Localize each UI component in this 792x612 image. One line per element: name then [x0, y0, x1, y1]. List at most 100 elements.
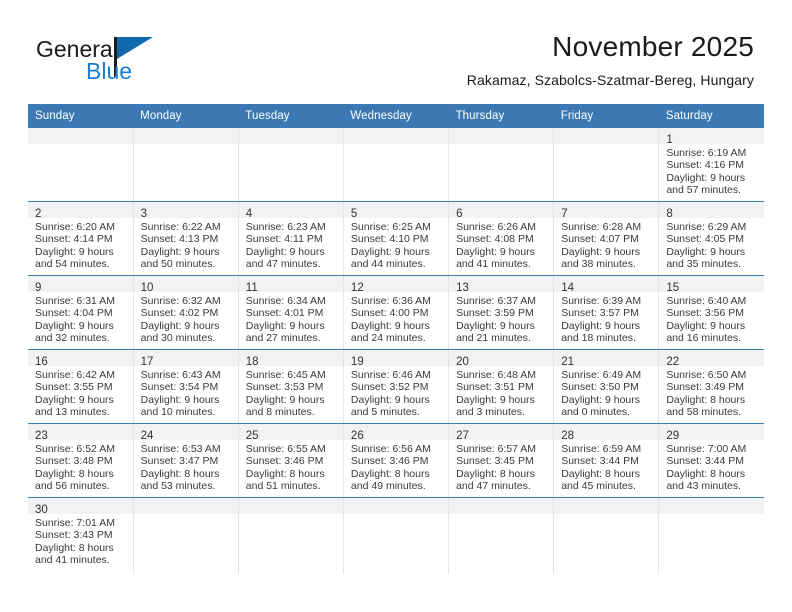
day-number: 7	[561, 208, 568, 220]
calendar-day-cell[interactable]: 18 Sunrise: 6:45 AM Sunset: 3:53 PM Dayligh…	[238, 349, 344, 424]
day-details: Sunrise: 6:29 AM Sunset: 4:05 PM Daylight:…	[659, 218, 764, 272]
calendar-day-cell[interactable]: 23 Sunrise: 6:52 AM Sunset: 3:48 PM Dayligh…	[28, 423, 134, 498]
calendar-day-cell[interactable]: 21 Sunrise: 6:49 AM Sunset: 3:50 PM Dayligh…	[553, 349, 660, 424]
sunrise-line: Sunrise: 6:26 AM	[456, 221, 537, 233]
day-number-band: 14	[554, 276, 659, 294]
day-number: 19	[350, 356, 364, 368]
sunset-line: Sunset: 4:02 PM	[140, 307, 219, 320]
day-number: 23	[35, 430, 48, 442]
sunset-line: Sunset: 4:10 PM	[350, 233, 429, 246]
daylight-line-cont: and 21 minutes.	[456, 331, 531, 344]
daylight-line: Daylight: 8 hours	[140, 467, 220, 480]
daylight-line-cont: and 35 minutes.	[666, 257, 742, 270]
calendar-day-cell[interactable]: 30 Sunrise: 7:01 AM Sunset: 3:43 PM Dayligh…	[28, 497, 134, 574]
calendar-day-cell[interactable]: 29 Sunrise: 7:00 AM Sunset: 3:44 PM Dayligh…	[658, 423, 764, 498]
calendar-day-cell[interactable]: 5 Sunrise: 6:25 AM Sunset: 4:10 PM Daylight…	[343, 201, 450, 276]
calendar-day-cell[interactable]: 2 Sunrise: 6:20 AM Sunset: 4:14 PM Daylight…	[28, 201, 134, 276]
daylight-line: Daylight: 9 hours	[140, 393, 220, 406]
weekday-header-monday: Monday	[133, 104, 239, 128]
day-details: Sunrise: 6:28 AM Sunset: 4:07 PM Daylight:…	[554, 218, 658, 272]
daylight-line: Daylight: 8 hours	[35, 541, 114, 554]
calendar-week-row: 1 Sunrise: 6:19 AM Sunset: 4:16 PM Daylight…	[28, 128, 764, 202]
day-number-band: 6	[449, 202, 554, 220]
day-number-band: 21	[554, 350, 659, 368]
day-number: 27	[456, 430, 469, 442]
sunrise-line: Sunrise: 6:57 AM	[456, 443, 537, 455]
sunrise-line: Sunrise: 6:49 AM	[561, 369, 642, 381]
day-details: Sunrise: 7:01 AM Sunset: 3:43 PM Daylight:…	[28, 514, 133, 568]
sunset-line: Sunset: 3:43 PM	[35, 529, 113, 542]
day-number: 17	[140, 356, 154, 368]
daylight-line-cont: and 50 minutes.	[140, 257, 216, 270]
calendar-day-cell[interactable]: 10 Sunrise: 6:32 AM Sunset: 4:02 PM Dayligh…	[133, 275, 239, 350]
calendar-day-cell[interactable]: 1 Sunrise: 6:19 AM Sunset: 4:16 PM Daylight…	[658, 128, 764, 202]
calendar-day-cell[interactable]: 12 Sunrise: 6:36 AM Sunset: 4:00 PM Dayligh…	[343, 275, 450, 350]
calendar-day-cell[interactable]: 28 Sunrise: 6:59 AM Sunset: 3:44 PM Dayligh…	[553, 423, 660, 498]
sunrise-line: Sunrise: 6:42 AM	[35, 369, 115, 381]
calendar-day-cell[interactable]: 7 Sunrise: 6:28 AM Sunset: 4:07 PM Daylight…	[553, 201, 660, 276]
day-details: Sunrise: 6:55 AM Sunset: 3:46 PM Daylight:…	[239, 440, 343, 494]
calendar-day-cell[interactable]: 27 Sunrise: 6:57 AM Sunset: 3:45 PM Dayligh…	[448, 423, 555, 498]
daylight-line-cont: and 30 minutes.	[140, 331, 216, 344]
sunrise-line: Sunrise: 6:40 AM	[666, 295, 747, 307]
day-number-band: 17	[133, 350, 238, 368]
sunrise-line: Sunrise: 6:46 AM	[350, 369, 431, 381]
day-number: 25	[245, 430, 259, 442]
day-number: 6	[456, 208, 463, 220]
day-number-band	[133, 128, 238, 144]
calendar-day-cell[interactable]: 16 Sunrise: 6:42 AM Sunset: 3:55 PM Dayligh…	[28, 349, 134, 424]
day-details: Sunrise: 6:57 AM Sunset: 3:45 PM Daylight:…	[449, 440, 553, 494]
calendar-day-cell[interactable]: 15 Sunrise: 6:40 AM Sunset: 3:56 PM Dayligh…	[658, 275, 764, 350]
calendar-day-cell[interactable]: 13 Sunrise: 6:37 AM Sunset: 3:59 PM Dayligh…	[448, 275, 555, 350]
day-number-band	[343, 498, 449, 514]
calendar-day-cell[interactable]: 26 Sunrise: 6:56 AM Sunset: 3:46 PM Dayligh…	[343, 423, 450, 498]
day-number-band: 15	[659, 276, 764, 294]
sunset-line: Sunset: 4:16 PM	[666, 159, 744, 172]
daylight-line-cont: and 57 minutes.	[666, 183, 742, 196]
day-number-band: 7	[554, 202, 659, 220]
sunset-line: Sunset: 3:50 PM	[561, 381, 639, 394]
sunrise-line: Sunrise: 6:43 AM	[140, 369, 221, 381]
page-header: General Blue November 2025 Rakamaz, Szab…	[0, 0, 792, 104]
day-number-band: 28	[554, 424, 659, 442]
day-number-band: 16	[28, 350, 133, 368]
calendar-cell-empty	[343, 497, 450, 574]
sunrise-line: Sunrise: 6:32 AM	[140, 295, 221, 307]
day-number: 28	[561, 430, 574, 442]
general-blue-logo[interactable]: General Blue	[36, 36, 206, 92]
sunrise-line: Sunrise: 6:25 AM	[350, 221, 431, 233]
calendar-day-cell[interactable]: 17 Sunrise: 6:43 AM Sunset: 3:54 PM Dayligh…	[133, 349, 239, 424]
daylight-line: Daylight: 9 hours	[561, 393, 640, 406]
calendar-day-cell[interactable]: 24 Sunrise: 6:53 AM Sunset: 3:47 PM Dayligh…	[133, 423, 239, 498]
daylight-line-cont: and 24 minutes.	[350, 331, 426, 344]
weekday-header-wednesday: Wednesday	[343, 104, 449, 128]
calendar-day-cell[interactable]: 25 Sunrise: 6:55 AM Sunset: 3:46 PM Dayligh…	[238, 423, 344, 498]
sunset-line: Sunset: 3:48 PM	[35, 455, 113, 468]
calendar-cell-empty	[658, 497, 764, 574]
calendar-day-cell[interactable]: 20 Sunrise: 6:48 AM Sunset: 3:51 PM Dayligh…	[448, 349, 555, 424]
daylight-line-cont: and 3 minutes.	[456, 405, 525, 418]
sunset-line: Sunset: 3:46 PM	[245, 455, 324, 468]
calendar-day-cell[interactable]: 11 Sunrise: 6:34 AM Sunset: 4:01 PM Dayligh…	[238, 275, 344, 350]
day-details: Sunrise: 6:42 AM Sunset: 3:55 PM Daylight:…	[28, 366, 133, 420]
logo-text-blue: Blue	[86, 58, 133, 84]
calendar-day-cell[interactable]: 9 Sunrise: 6:31 AM Sunset: 4:04 PM Daylight…	[28, 275, 134, 350]
calendar-day-cell[interactable]: 3 Sunrise: 6:22 AM Sunset: 4:13 PM Daylight…	[133, 201, 239, 276]
calendar-day-cell[interactable]: 14 Sunrise: 6:39 AM Sunset: 3:57 PM Dayligh…	[553, 275, 660, 350]
calendar-day-cell[interactable]: 6 Sunrise: 6:26 AM Sunset: 4:08 PM Daylight…	[448, 201, 555, 276]
calendar-day-cell[interactable]: 19 Sunrise: 6:46 AM Sunset: 3:52 PM Dayligh…	[343, 349, 450, 424]
daylight-line: Daylight: 9 hours	[350, 245, 430, 258]
sunset-line: Sunset: 3:53 PM	[245, 381, 324, 394]
calendar-day-cell[interactable]: 8 Sunrise: 6:29 AM Sunset: 4:05 PM Daylight…	[658, 201, 764, 276]
daylight-line: Daylight: 9 hours	[35, 245, 114, 258]
calendar-day-cell[interactable]: 4 Sunrise: 6:23 AM Sunset: 4:11 PM Daylight…	[238, 201, 344, 276]
calendar-day-cell[interactable]: 22 Sunrise: 6:50 AM Sunset: 3:49 PM Dayligh…	[658, 349, 764, 424]
day-number-band	[554, 128, 659, 144]
day-number: 10	[140, 282, 154, 294]
weekday-header-saturday: Saturday	[658, 104, 764, 128]
daylight-line: Daylight: 9 hours	[666, 319, 746, 332]
day-details: Sunrise: 6:43 AM Sunset: 3:54 PM Daylight:…	[134, 366, 238, 420]
calendar-cell-empty	[553, 497, 660, 574]
calendar-header-row: Sunday Monday Tuesday Wednesday Thursday Frid…	[28, 104, 764, 128]
day-number: 12	[350, 282, 364, 294]
